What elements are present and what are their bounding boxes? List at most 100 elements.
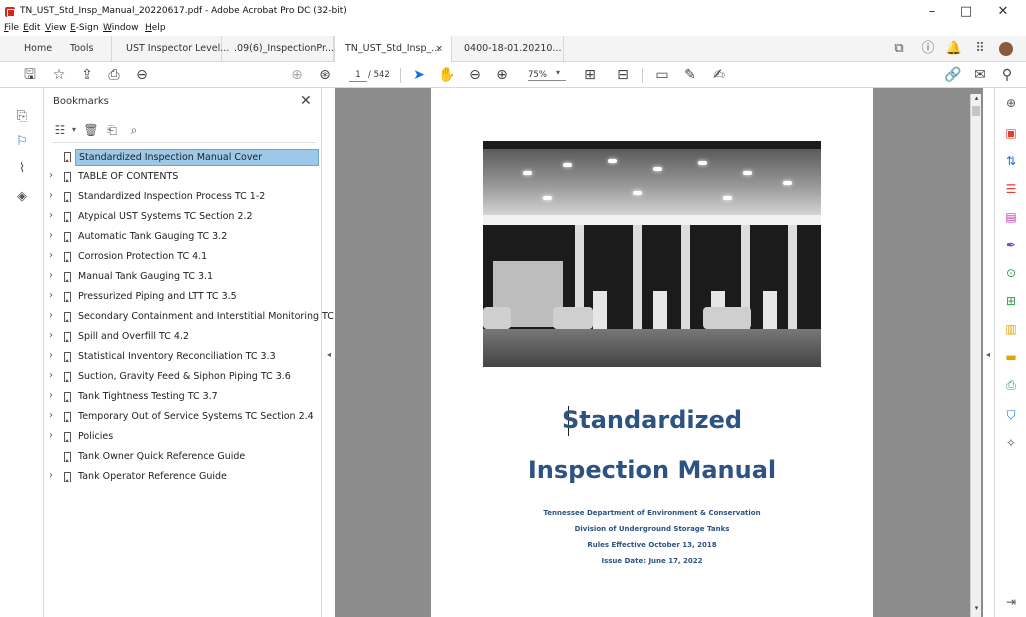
save-icon[interactable]: 🖫 bbox=[20, 65, 40, 85]
tab-document-4[interactable]: 0400-18-01.20210... bbox=[452, 36, 564, 62]
upload-cloud-icon[interactable]: ⇪ bbox=[77, 65, 97, 85]
comment-icon[interactable]: ▭ bbox=[652, 65, 672, 85]
bookmark-item[interactable]: › Policies bbox=[44, 428, 322, 446]
menu-edit[interactable]: Edit bbox=[23, 23, 40, 33]
bookmark-item[interactable]: › Tank Tightness Testing TC 3.7 bbox=[44, 388, 322, 406]
bookmark-item[interactable]: › TABLE OF CONTENTS bbox=[44, 168, 322, 186]
page-number-input[interactable]: 1 bbox=[349, 68, 367, 82]
print-icon[interactable]: ⎙ bbox=[104, 65, 124, 85]
zoom-search-icon[interactable]: ⊕ bbox=[1002, 94, 1020, 112]
sign-icon[interactable]: ✍ bbox=[709, 65, 729, 85]
bookmark-item[interactable]: › Statistical Inventory Reconciliation TC… bbox=[44, 348, 322, 366]
bookmark-item[interactable]: › Pressurized Piping and LTT TC 3.5 bbox=[44, 288, 322, 306]
menu-view[interactable]: View bbox=[45, 23, 66, 33]
protect-shield-icon[interactable]: ⛉ bbox=[1002, 406, 1020, 424]
expand-chevron-icon[interactable]: › bbox=[49, 350, 53, 361]
fill-sign-icon[interactable]: ✒ bbox=[1002, 236, 1020, 254]
organize-pages-icon[interactable]: ☰ bbox=[1002, 180, 1020, 198]
menu-file[interactable]: File bbox=[4, 23, 19, 33]
scan-ocr-icon[interactable]: ▥ bbox=[1002, 320, 1020, 338]
zoom-out-icon[interactable]: ⊖ bbox=[465, 65, 485, 85]
expand-chevron-icon[interactable]: › bbox=[49, 370, 53, 381]
layers-icon[interactable]: ◈ bbox=[13, 188, 31, 206]
bookmark-item[interactable]: › Manual Tank Gauging TC 3.1 bbox=[44, 268, 322, 286]
expand-chevron-icon[interactable]: › bbox=[49, 170, 53, 181]
share-screen-icon[interactable]: ⧉ bbox=[890, 40, 908, 58]
bookmark-item[interactable]: › Temporary Out of Service Systems TC Sec… bbox=[44, 408, 322, 426]
expand-chevron-icon[interactable]: › bbox=[49, 310, 53, 321]
export-pdf-icon[interactable]: ⇅ bbox=[1002, 152, 1020, 170]
collapse-right-pane-icon[interactable]: ⇥ bbox=[1002, 593, 1020, 611]
expand-chevron-icon[interactable]: › bbox=[49, 250, 53, 261]
document-viewport[interactable]: Standardized Inspection Manual Tennessee… bbox=[335, 88, 983, 617]
bookmark-star-icon[interactable]: ☆ bbox=[49, 65, 69, 85]
apps-grid-icon[interactable]: ⠿ bbox=[971, 40, 989, 58]
bookmarks-panel-icon[interactable]: ⚐ bbox=[13, 133, 31, 151]
expand-chevron-icon[interactable]: › bbox=[49, 390, 53, 401]
attachments-icon[interactable]: ⌇ bbox=[13, 160, 31, 178]
zoom-dropdown-icon[interactable]: ▾ bbox=[556, 68, 560, 77]
tab-tools[interactable]: Tools bbox=[60, 36, 112, 62]
more-tools-icon[interactable]: ✧ bbox=[1002, 434, 1020, 452]
scroll-mode-icon[interactable]: ⊟ bbox=[613, 65, 633, 85]
tab-document-active[interactable]: TN_UST_Std_Insp_... × bbox=[334, 36, 452, 63]
close-panel-icon[interactable]: ✕ bbox=[300, 93, 312, 109]
bookmark-item[interactable]: Tank Owner Quick Reference Guide bbox=[44, 448, 322, 466]
scroll-down-icon[interactable]: ▾ bbox=[971, 604, 982, 616]
email-icon[interactable]: ✉ bbox=[970, 65, 990, 85]
select-pointer-icon[interactable]: ➤ bbox=[409, 65, 429, 85]
expand-chevron-icon[interactable]: › bbox=[49, 330, 53, 341]
new-bookmark-icon[interactable]: ⎗ bbox=[104, 122, 120, 138]
create-pdf-icon[interactable]: ▣ bbox=[1002, 124, 1020, 142]
zoom-level-select[interactable]: 75% bbox=[528, 70, 566, 81]
expand-chevron-icon[interactable]: › bbox=[49, 210, 53, 221]
tab-document-1[interactable]: UST Inspector Level... bbox=[112, 36, 229, 62]
menu-esign[interactable]: E-Sign bbox=[70, 23, 99, 33]
scrollbar-thumb[interactable] bbox=[972, 106, 980, 116]
expand-chevron-icon[interactable]: › bbox=[49, 290, 53, 301]
edit-pdf-icon[interactable]: ▤ bbox=[1002, 208, 1020, 226]
search-user-icon[interactable]: ⚲ bbox=[997, 65, 1017, 85]
highlight-pen-icon[interactable]: ✎ bbox=[680, 65, 700, 85]
maximize-button[interactable]: □ bbox=[951, 3, 981, 21]
zoom-in-icon[interactable]: ⊕ bbox=[492, 65, 512, 85]
bookmark-item[interactable]: › Automatic Tank Gauging TC 3.2 bbox=[44, 228, 322, 246]
tab-document-2[interactable]: .09(6)_InspectionPr... bbox=[222, 36, 334, 62]
options-dropdown-icon[interactable]: ▾ bbox=[66, 122, 82, 138]
send-for-review-icon[interactable]: ⊙ bbox=[1002, 264, 1020, 282]
expand-chevron-icon[interactable]: › bbox=[49, 430, 53, 441]
next-page-icon[interactable]: ⊛ bbox=[315, 65, 335, 85]
menu-window[interactable]: Window bbox=[103, 23, 139, 33]
expand-chevron-icon[interactable]: › bbox=[49, 410, 53, 421]
scroll-up-icon[interactable]: ▴ bbox=[971, 94, 982, 106]
bookmark-item[interactable]: › Standardized Inspection Process TC 1-2 bbox=[44, 188, 322, 206]
notifications-bell-icon[interactable]: 🔔 bbox=[945, 40, 963, 58]
tab-close-icon[interactable]: × bbox=[435, 36, 443, 62]
expand-chevron-icon[interactable]: › bbox=[49, 190, 53, 201]
delete-bookmark-icon[interactable]: 🗑 bbox=[83, 122, 99, 138]
minimize-button[interactable]: – bbox=[917, 3, 947, 21]
expand-chevron-icon[interactable]: › bbox=[49, 230, 53, 241]
user-avatar-icon[interactable] bbox=[997, 40, 1015, 58]
expand-tools-pane-icon[interactable]: ◂ bbox=[986, 350, 990, 359]
expand-chevron-icon[interactable]: › bbox=[49, 270, 53, 281]
comment-tool-icon[interactable]: ▬ bbox=[1002, 348, 1020, 366]
collapse-panel-icon[interactable]: ◂ bbox=[327, 350, 331, 359]
find-bookmark-icon[interactable]: ⌕ bbox=[126, 122, 142, 138]
help-icon[interactable]: ⓘ bbox=[919, 40, 937, 58]
print-production-icon[interactable]: ⎙ bbox=[1002, 376, 1020, 394]
bookmark-item[interactable]: › Tank Operator Reference Guide bbox=[44, 468, 322, 486]
tab-home[interactable]: Home bbox=[14, 36, 60, 62]
bookmark-item[interactable]: › Spill and Overfill TC 4.2 bbox=[44, 328, 322, 346]
bookmark-item[interactable]: Standardized Inspection Manual Cover bbox=[44, 148, 322, 166]
menu-help[interactable]: Help bbox=[145, 23, 166, 33]
page-thumbnails-icon[interactable]: ⎘ bbox=[13, 108, 31, 126]
page-fit-icon[interactable]: ⊞ bbox=[580, 65, 600, 85]
vertical-scrollbar[interactable]: ▴ ▾ bbox=[970, 94, 981, 617]
find-zoom-icon[interactable]: ⊖ bbox=[132, 65, 152, 85]
bookmark-item[interactable]: › Suction, Gravity Feed & Siphon Piping T… bbox=[44, 368, 322, 386]
close-button[interactable]: ✕ bbox=[988, 3, 1018, 21]
bookmark-item[interactable]: › Corrosion Protection TC 4.1 bbox=[44, 248, 322, 266]
hand-tool-icon[interactable]: ✋ bbox=[437, 65, 457, 85]
share-link-icon[interactable]: 🔗 bbox=[943, 65, 963, 85]
